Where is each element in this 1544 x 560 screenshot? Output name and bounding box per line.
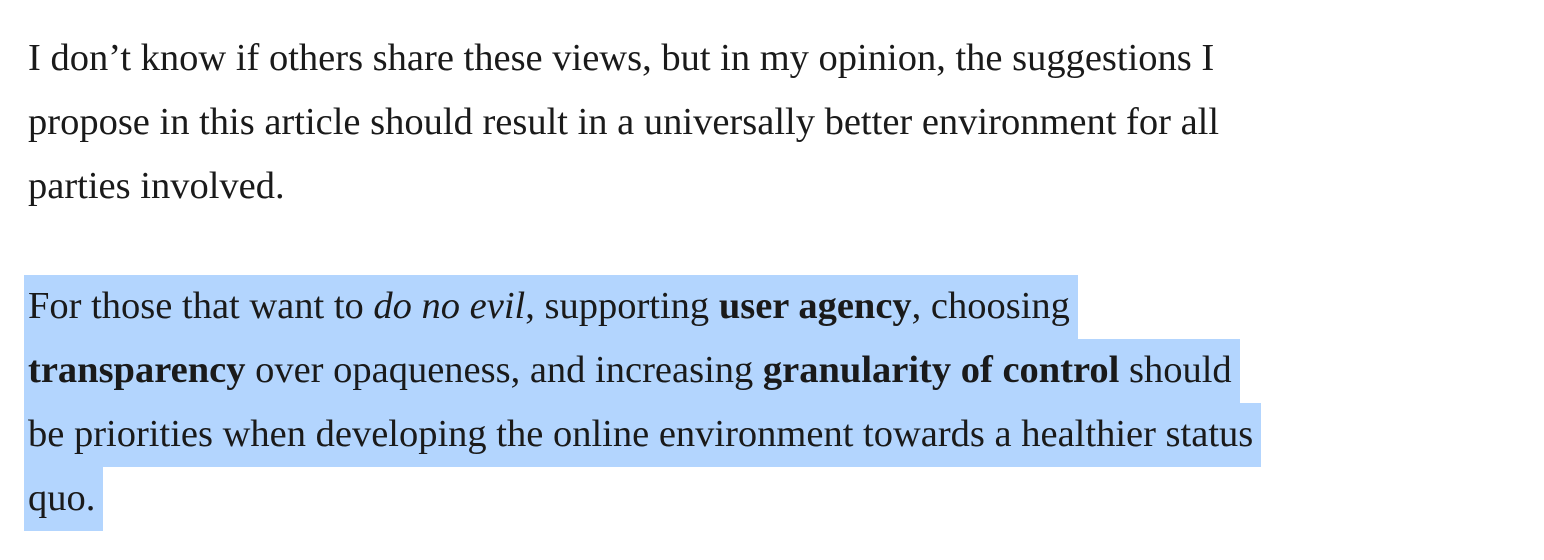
paragraph-line: be priorities when developing the online…: [24, 402, 1528, 467]
text-run: over opaqueness, and increasing: [245, 349, 763, 391]
paragraph-line: propose in this article should result in…: [28, 101, 1220, 143]
paragraph-line: For those that want to do no evil, suppo…: [24, 274, 1528, 339]
paragraph-line: parties involved.: [28, 165, 285, 207]
paragraph-line: quo.: [24, 466, 1528, 531]
text-run: should: [1119, 349, 1232, 391]
text-selection-highlight[interactable]: be priorities when developing the online…: [24, 403, 1262, 467]
emphasis-text: do no evil: [373, 285, 526, 327]
text-run: For those that want to: [28, 285, 374, 327]
text-run: be priorities when developing the online…: [28, 413, 1254, 455]
text-selection-highlight[interactable]: transparency over opaqueness, and increa…: [24, 339, 1240, 403]
bold-text: user agency: [718, 285, 912, 327]
text-selection-highlight[interactable]: For those that want to do no evil, suppo…: [24, 275, 1078, 339]
text-run: , choosing: [911, 285, 1070, 327]
paragraph-line: transparency over opaqueness, and increa…: [24, 338, 1528, 403]
article-body: I don’t know if others share these views…: [24, 26, 1528, 531]
paragraph-line: I don’t know if others share these views…: [28, 37, 1215, 79]
paragraph-selected[interactable]: For those that want to do no evil, suppo…: [24, 274, 1528, 531]
text-run: , supporting: [525, 285, 719, 327]
paragraph-intro: I don’t know if others share these views…: [28, 26, 1528, 218]
bold-text: transparency: [28, 349, 246, 391]
text-run: quo.: [28, 477, 96, 519]
bold-text: granularity of control: [762, 349, 1120, 391]
text-selection-highlight[interactable]: quo.: [24, 467, 104, 531]
